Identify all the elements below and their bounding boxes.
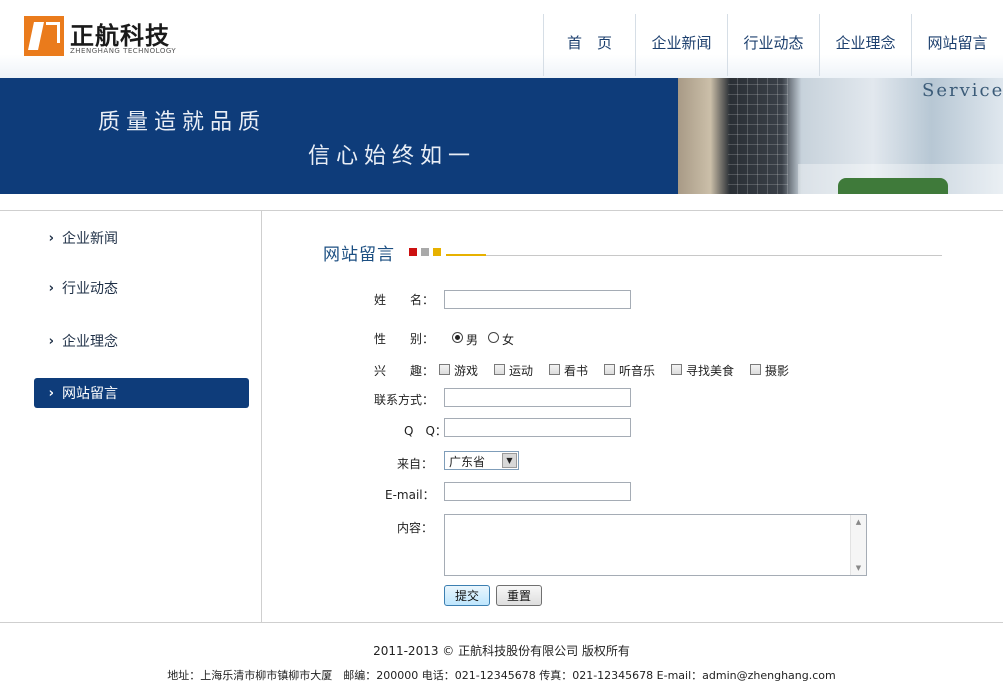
title-square-gray (421, 248, 429, 256)
sidebar-item-label: 企业理念 (62, 334, 118, 350)
email-field[interactable] (444, 482, 631, 501)
name-label: 姓 名： (374, 293, 435, 307)
content-label: 内容： (397, 521, 434, 535)
sidebar-item-label: 网站留言 (62, 386, 118, 402)
hobby-checkbox-sports[interactable] (494, 364, 505, 375)
qq-field[interactable] (444, 418, 631, 437)
name-field[interactable] (444, 290, 631, 309)
gender-male-label: 男 (466, 333, 479, 347)
nav-item-guestbook[interactable]: 网站留言 (911, 14, 1003, 76)
hobby-option-label: 游戏 (454, 364, 479, 378)
reset-button[interactable]: 重置 (496, 585, 542, 606)
logo[interactable]: 正航科技 ZHENGHANG TECHNOLOGY (24, 16, 184, 58)
logo-subtext: ZHENGHANG TECHNOLOGY (70, 47, 177, 55)
hobby-option-label: 看书 (564, 364, 589, 378)
hobby-checkbox-games[interactable] (439, 364, 450, 375)
hobby-option-label: 听音乐 (619, 364, 656, 378)
qq-label: Q Q： (404, 424, 447, 438)
from-label: 来自： (397, 457, 434, 471)
sidebar-item-guestbook[interactable]: › 网站留言 (34, 378, 249, 408)
top-nav: 首 页 企业新闻 行业动态 企业理念 网站留言 (543, 14, 1003, 76)
hobby-option-label: 运动 (509, 364, 534, 378)
contact-field[interactable] (444, 388, 631, 407)
page-title: 网站留言 (323, 245, 395, 265)
hobby-checkbox-food[interactable] (671, 364, 682, 375)
province-select-value: 广东省 (449, 455, 486, 469)
chevron-right-icon: › (48, 280, 54, 296)
email-label: E-mail： (385, 488, 435, 502)
submit-button[interactable]: 提交 (444, 585, 490, 606)
sidebar-item-label: 行业动态 (62, 281, 118, 297)
hobby-checkbox-photography[interactable] (750, 364, 761, 375)
hobby-option-label: 摄影 (765, 364, 790, 378)
chevron-right-icon: › (48, 333, 54, 349)
gender-male-radio[interactable] (452, 332, 463, 343)
nav-item-news[interactable]: 企业新闻 (635, 14, 727, 76)
content-top-divider (0, 210, 1003, 211)
sidebar-divider (261, 210, 262, 623)
sidebar-item-label: 企业新闻 (62, 231, 118, 247)
nav-item-home[interactable]: 首 页 (543, 14, 635, 76)
scroll-down-icon[interactable]: ▼ (851, 561, 866, 575)
title-underline-accent (446, 254, 486, 256)
gender-female-radio[interactable] (488, 332, 499, 343)
chevron-right-icon: › (48, 385, 54, 401)
title-underline (446, 255, 942, 256)
scroll-up-icon[interactable]: ▲ (851, 515, 866, 529)
province-select[interactable]: 广东省 ▼ (444, 451, 519, 470)
chevron-right-icon: › (48, 230, 54, 246)
logo-text: 正航科技 (70, 22, 170, 50)
gender-label: 性 别： (374, 332, 435, 346)
footer-divider (0, 622, 1003, 623)
banner-slogan-2: 信心始终如一 (308, 144, 477, 169)
chevron-down-icon[interactable]: ▼ (502, 453, 517, 468)
textarea-scrollbar[interactable]: ▲ ▼ (850, 515, 866, 575)
sidebar-item-news[interactable]: › 企业新闻 (34, 223, 249, 253)
banner-service-text: Service (922, 80, 1003, 101)
banner-office-photo: Service (678, 78, 1003, 194)
title-square-yellow (433, 248, 441, 256)
nav-item-philosophy[interactable]: 企业理念 (819, 14, 911, 76)
footer-address: 地址：上海乐清市柳市镇柳市大厦 邮编：200000 电话：021-1234567… (167, 669, 836, 682)
content-textarea[interactable]: ▲ ▼ (444, 514, 867, 576)
plants (838, 178, 948, 194)
banner: 质量造就品质 信心始终如一 Service (0, 78, 1003, 194)
sidebar-item-philosophy[interactable]: › 企业理念 (34, 326, 249, 356)
header: 正航科技 ZHENGHANG TECHNOLOGY 首 页 企业新闻 行业动态 … (0, 0, 1003, 78)
gender-female-label: 女 (502, 333, 515, 347)
hobby-checkbox-reading[interactable] (549, 364, 560, 375)
banner-slogan-1: 质量造就品质 (98, 110, 267, 135)
nav-item-industry[interactable]: 行业动态 (727, 14, 819, 76)
hobby-label: 兴 趣： (374, 364, 435, 378)
footer-copyright: 2011-2013 © 正航科技股份有限公司 版权所有 (373, 644, 630, 658)
contact-label: 联系方式： (374, 393, 435, 407)
tile-wall (728, 78, 788, 194)
sidebar-item-industry[interactable]: › 行业动态 (34, 273, 249, 303)
hobby-option-label: 寻找美食 (686, 364, 735, 378)
logo-mark-icon (24, 16, 64, 56)
hobby-checkbox-music[interactable] (604, 364, 615, 375)
title-square-red (409, 248, 417, 256)
